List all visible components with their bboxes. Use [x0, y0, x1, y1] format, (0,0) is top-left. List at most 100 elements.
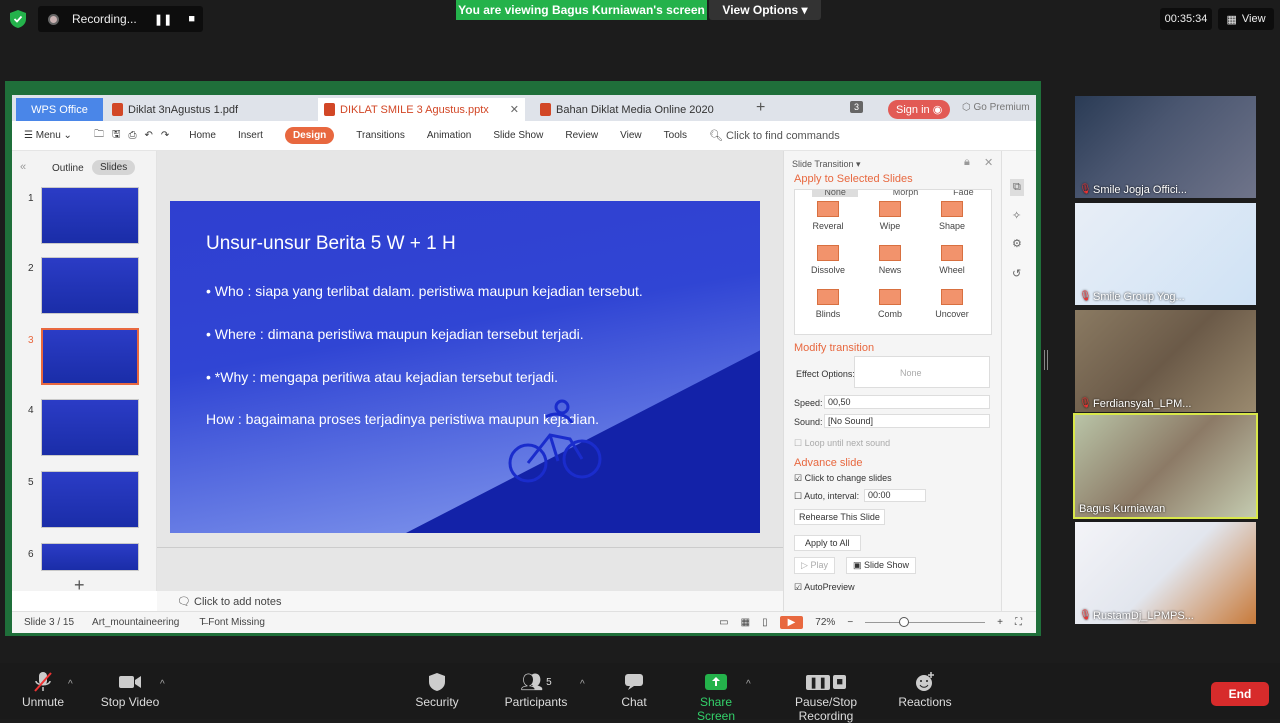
play-slideshow-button[interactable]: ▶: [779, 616, 804, 629]
view-options-button[interactable]: View Options ▾: [709, 0, 821, 20]
transition-wheel[interactable]: Wheel: [921, 245, 983, 289]
view-button[interactable]: ▦ View: [1218, 8, 1274, 30]
click-change-checkbox[interactable]: ☑ Click to change slides: [794, 473, 892, 484]
security-button[interactable]: Security: [414, 671, 460, 709]
undo-icon[interactable]: ↶: [144, 130, 152, 141]
slide-thumbnail[interactable]: [41, 257, 139, 314]
ribbon-tab-slideshow[interactable]: Slide Show: [493, 130, 543, 141]
speed-input[interactable]: 00,50: [824, 395, 990, 409]
pause-recording-icon[interactable]: ❚❚: [154, 13, 172, 26]
transition-pane-icon[interactable]: ⧉: [1010, 179, 1024, 196]
close-icon[interactable]: ✕: [984, 156, 993, 169]
rehearse-button[interactable]: Rehearse This Slide: [794, 509, 885, 525]
stop-recording-icon[interactable]: ■: [188, 13, 195, 26]
slide-canvas[interactable]: Unsur-unsur Berita 5 W + 1 H • Who : sia…: [157, 151, 783, 591]
slide-thumbnail[interactable]: [41, 399, 139, 456]
slide-thumbnail[interactable]: [41, 543, 139, 571]
apply-all-button[interactable]: Apply to All: [794, 535, 861, 551]
collapse-pane-icon[interactable]: «: [20, 161, 26, 173]
ribbon-tab-tools[interactable]: Tools: [664, 130, 687, 141]
share-screen-button[interactable]: Share Screen: [682, 671, 750, 723]
effect-options-select[interactable]: None: [854, 356, 990, 388]
normal-view-icon[interactable]: ▭: [719, 617, 728, 628]
participant-video[interactable]: 🎙︎ Ferdiansyah_LPM...: [1075, 310, 1256, 412]
participant-video[interactable]: 🎙︎ Smile Jogja Offici...: [1075, 96, 1256, 198]
open-folder-icon[interactable]: 🗀: [94, 127, 104, 144]
active-speaker-video[interactable]: Bagus Kurniawan: [1073, 413, 1258, 519]
pause-stop-recording-button[interactable]: ❚❚ ■ Pause/Stop Recording: [768, 671, 884, 723]
font-missing-indicator[interactable]: T̶ Font Missing: [199, 617, 265, 628]
end-meeting-button[interactable]: End: [1211, 682, 1269, 706]
transition-reveral[interactable]: Reveral: [797, 201, 859, 245]
ribbon-tab-design[interactable]: Design: [284, 127, 335, 144]
chat-button[interactable]: Chat: [616, 671, 652, 709]
close-tab-icon[interactable]: ✕: [510, 103, 519, 116]
save-icon[interactable]: 🖫: [112, 127, 121, 144]
ribbon-tab-review[interactable]: Review: [565, 130, 598, 141]
reading-view-icon[interactable]: ▯: [762, 617, 768, 628]
tab-pdf[interactable]: Diklat 3nAgustus 1.pdf: [106, 98, 306, 121]
transition-uncover[interactable]: Uncover: [921, 289, 983, 333]
transition-dissolve[interactable]: Dissolve: [797, 245, 859, 289]
sign-in-button[interactable]: Sign in ◉: [888, 100, 951, 119]
fit-window-icon[interactable]: ⛶: [1015, 617, 1022, 628]
participant-video[interactable]: 🎙︎ RustamDj_LPMPS...: [1075, 522, 1256, 624]
transition-news[interactable]: News: [859, 245, 921, 289]
transition-blinds[interactable]: Blinds: [797, 289, 859, 333]
shared-screen[interactable]: WPS Office Diklat 3nAgustus 1.pdf DIKLAT…: [5, 81, 1041, 636]
participants-button[interactable]: 👥︎ 5 Participants: [504, 671, 568, 710]
tab-pptx[interactable]: DIKLAT SMILE 3 Agustus.pptx ✕: [318, 98, 525, 121]
zoom-slider[interactable]: [865, 617, 986, 627]
reactions-button[interactable]: Reactions: [898, 671, 952, 709]
play-button[interactable]: ▷ Play: [794, 557, 835, 574]
ribbon-tab-view[interactable]: View: [620, 130, 642, 141]
slides-tab[interactable]: Slides: [92, 160, 136, 175]
tab-count-badge[interactable]: 3: [850, 101, 864, 113]
autopreview-checkbox[interactable]: ☑ AutoPreview: [794, 582, 855, 593]
stop-video-button[interactable]: Stop Video: [100, 671, 160, 709]
auto-interval-checkbox[interactable]: ☐ Auto, interval:: [794, 491, 859, 502]
tab-bahan[interactable]: Bahan Diklat Media Online 2020: [534, 98, 734, 121]
unmute-button[interactable]: Unmute: [20, 671, 66, 709]
slide-thumbnail-selected[interactable]: [41, 328, 139, 385]
add-slide-icon[interactable]: +: [74, 575, 85, 596]
print-icon[interactable]: ⎙: [128, 130, 136, 141]
animation-pane-icon[interactable]: ✧: [1012, 209, 1021, 222]
ribbon-tab-home[interactable]: Home: [189, 130, 216, 141]
ribbon-tab-animation[interactable]: Animation: [427, 130, 471, 141]
redo-icon[interactable]: ↷: [161, 130, 169, 141]
find-commands-search[interactable]: 🔍︎ Click to find commands: [709, 129, 840, 142]
current-slide[interactable]: Unsur-unsur Berita 5 W + 1 H • Who : sia…: [170, 201, 760, 533]
new-tab-icon[interactable]: +: [756, 99, 765, 117]
slide-thumbnail[interactable]: [41, 471, 139, 528]
ribbon-tab-transitions[interactable]: Transitions: [356, 130, 405, 141]
participant-video[interactable]: 🎙︎ Smile Group Yog...: [1075, 203, 1256, 305]
interval-input[interactable]: 00:00: [864, 489, 926, 502]
transition-shape[interactable]: Shape: [921, 201, 983, 245]
lock-icon[interactable]: 🔒︎: [964, 156, 970, 169]
loop-checkbox[interactable]: ☐ Loop until next sound: [794, 438, 890, 449]
history-icon[interactable]: ↺: [1012, 267, 1021, 280]
transition-wipe[interactable]: Wipe: [859, 201, 921, 245]
transition-comb[interactable]: Comb: [859, 289, 921, 333]
zoom-in-icon[interactable]: +: [997, 617, 1003, 628]
ribbon-tab-insert[interactable]: Insert: [238, 130, 263, 141]
video-options-caret-icon[interactable]: ^: [160, 679, 165, 690]
zoom-out-icon[interactable]: −: [847, 617, 853, 628]
transition-morph[interactable]: Morph: [893, 190, 919, 197]
transition-none[interactable]: None: [812, 190, 858, 197]
slide-thumbnail[interactable]: [41, 187, 139, 244]
sound-select[interactable]: [No Sound]: [824, 414, 990, 428]
slide-show-button[interactable]: ▣ Slide Show: [846, 557, 917, 574]
zoom-level[interactable]: 72%: [815, 617, 835, 628]
participants-caret-icon[interactable]: ^: [580, 679, 585, 690]
settings-sliders-icon[interactable]: ⚙: [1012, 237, 1022, 250]
notes-area[interactable]: 🗨 Click to add notes: [157, 591, 783, 611]
panel-resize-handle[interactable]: [1044, 350, 1048, 370]
audio-options-caret-icon[interactable]: ^: [68, 679, 73, 690]
grid-view-icon[interactable]: ▦: [741, 617, 750, 628]
tab-wps-office[interactable]: WPS Office: [16, 98, 103, 121]
menu-button[interactable]: ☰ Menu ⌄: [24, 130, 72, 141]
outline-tab[interactable]: Outline: [52, 163, 84, 174]
transition-fade[interactable]: Fade: [953, 190, 974, 197]
